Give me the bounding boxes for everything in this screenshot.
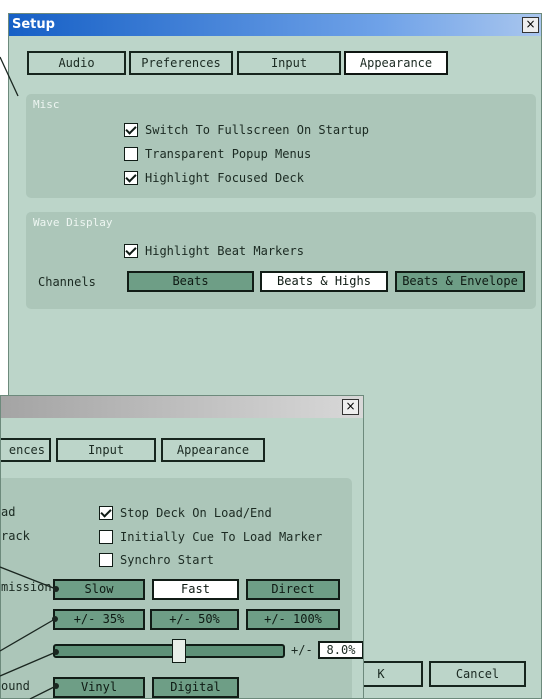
callout-line [0,651,57,677]
callout-dot [52,616,58,622]
callout-line [0,618,56,652]
callout-line [0,566,57,590]
callout-dot [53,683,59,689]
callout-dot [53,586,59,592]
callout-line [0,56,19,97]
callout-dot [53,649,59,655]
callout-line [29,685,57,699]
callout-lines [0,56,59,699]
